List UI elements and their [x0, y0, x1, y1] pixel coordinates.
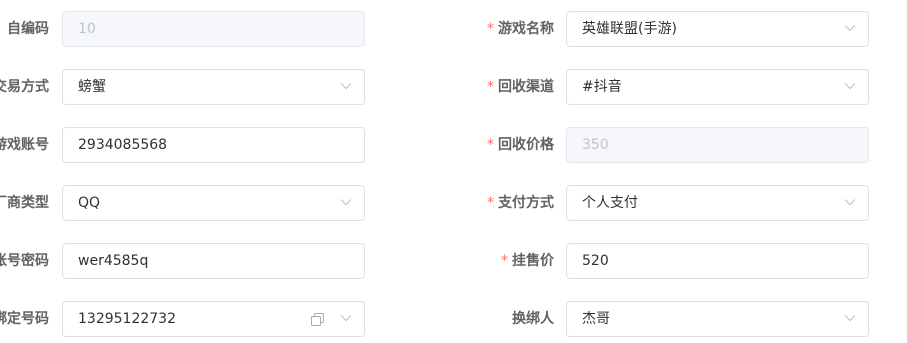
rebind-person-label: 换绑人: [512, 311, 554, 327]
account-password-value: wer4585q: [78, 253, 149, 269]
recycle-channel-label: * 回收渠道: [487, 79, 554, 95]
bound-number-value: 13295122732: [78, 311, 176, 327]
account-password-input[interactable]: wer4585q: [62, 243, 365, 279]
bound-number-label: 绑定号码: [0, 311, 49, 327]
game-name-label: * 游戏名称: [487, 21, 554, 37]
chevron-down-icon: [340, 83, 352, 90]
recycle-price-label: * 回收价格: [487, 137, 554, 153]
code-value: 10: [78, 21, 96, 37]
payment-method-value: 个人支付: [582, 195, 638, 211]
game-account-input[interactable]: 2934085568: [62, 127, 365, 163]
vendor-type-select[interactable]: QQ: [62, 185, 365, 221]
form-row-5: 账号密码 wer4585q *挂售价 520: [0, 243, 907, 279]
chevron-down-icon: [340, 199, 352, 206]
recycle-price-input: 350: [566, 127, 869, 163]
game-name-value: 英雄联盟(手游): [582, 21, 677, 37]
payment-method-label: * 支付方式: [487, 195, 554, 211]
chevron-down-icon: [844, 83, 856, 90]
code-input: 10: [62, 11, 365, 47]
chevron-down-icon: [844, 315, 856, 322]
form-row-4: 厂商类型 QQ *支付方式 个人支付: [0, 185, 907, 221]
bound-number-select[interactable]: 13295122732: [62, 301, 365, 337]
vendor-type-value: QQ: [78, 195, 101, 211]
account-password-label: 账号密码: [0, 253, 49, 269]
payment-method-select[interactable]: 个人支付: [566, 185, 869, 221]
chevron-down-icon: [340, 315, 352, 322]
rebind-person-value: 杰哥: [582, 311, 610, 327]
trade-method-label: 交易方式: [0, 79, 49, 95]
chevron-down-icon: [844, 199, 856, 206]
rebind-person-select[interactable]: 杰哥: [566, 301, 869, 337]
listing-price-input[interactable]: 520: [566, 243, 869, 279]
recycle-price-value: 350: [582, 137, 609, 153]
game-account-value: 2934085568: [78, 137, 168, 153]
listing-price-value: 520: [582, 253, 609, 269]
form-row-3: 游戏账号 2934085568 *回收价格 350: [0, 127, 907, 163]
recycle-channel-value: #抖音: [582, 79, 622, 95]
recycle-channel-select[interactable]: #抖音: [566, 69, 869, 105]
form-row-2: 交易方式 螃蟹 *回收渠道 #抖音: [0, 69, 907, 105]
vendor-type-label: 厂商类型: [0, 195, 49, 211]
trade-method-select[interactable]: 螃蟹: [62, 69, 365, 105]
copy-icon[interactable]: [311, 313, 324, 326]
form-row-6: 绑定号码 13295122732 换绑人 杰哥: [0, 301, 907, 337]
code-label: 自编码: [7, 21, 49, 37]
listing-price-label: * 挂售价: [501, 253, 554, 269]
form-row-1: 自编码 10 * 游戏名称 英雄联盟(手游): [0, 11, 907, 47]
game-name-select[interactable]: 英雄联盟(手游): [566, 11, 869, 47]
game-account-label: 游戏账号: [0, 137, 49, 153]
trade-method-value: 螃蟹: [78, 79, 106, 95]
chevron-down-icon: [844, 25, 856, 32]
